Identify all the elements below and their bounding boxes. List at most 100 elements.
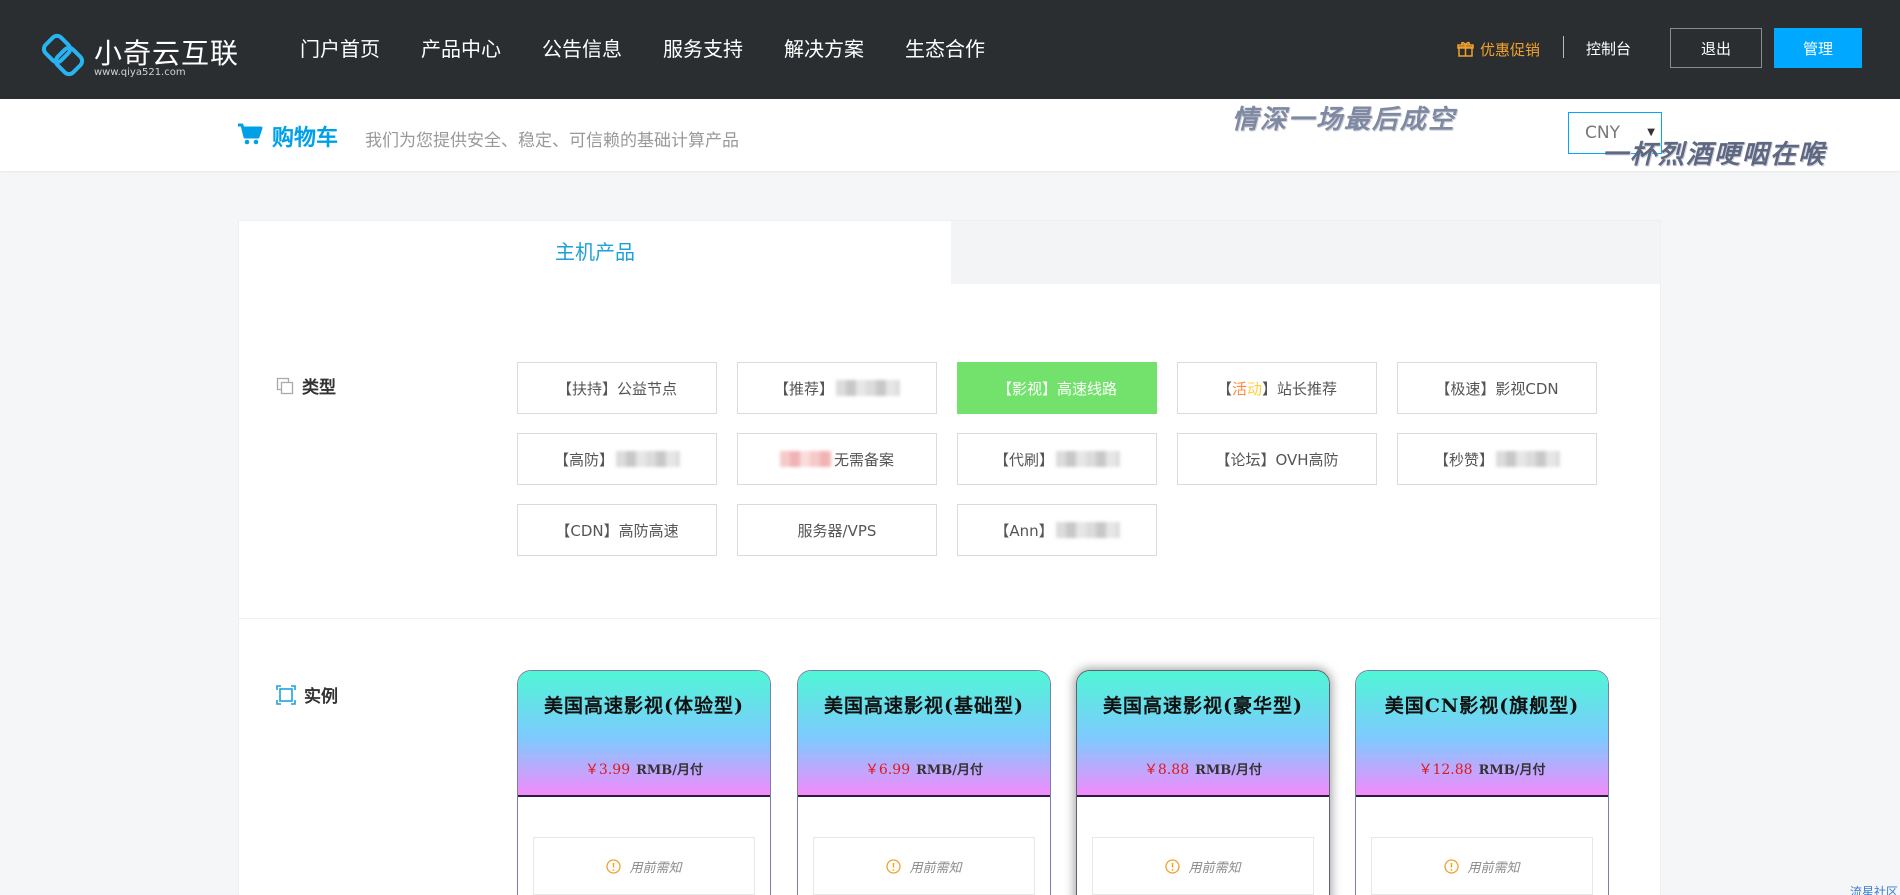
redacted-text <box>836 380 900 396</box>
section-divider <box>239 618 1660 619</box>
brand-name: 小奇云互联 <box>94 37 240 70</box>
product-name: 美国CN影视(旗舰型) <box>1384 695 1580 717</box>
cart-icon <box>238 123 263 145</box>
type-option[interactable]: 无需备案 <box>737 433 937 485</box>
community-tag[interactable]: 流星社区 <box>1850 883 1898 895</box>
type-option[interactable]: 【秒赞】 <box>1397 433 1597 485</box>
redacted-text <box>616 451 680 467</box>
redacted-text <box>1496 451 1560 467</box>
price-amount: ￥8.88 <box>1143 762 1190 778</box>
notice-label: 用前需知 <box>909 860 962 876</box>
brand-logo[interactable]: 小奇云互联 www.qiya521.com <box>40 30 240 80</box>
brand-url: www.qiya521.com <box>94 67 186 78</box>
instance-label: 实例 <box>304 687 338 707</box>
type-option-label: 【Ann】 <box>994 521 1054 540</box>
info-icon <box>886 858 902 874</box>
product-panel: 主机产品 类型 【扶持】公益节点 【推荐】 【影视】高速线路 【 活动 】站长推… <box>238 220 1661 895</box>
nav-home[interactable]: 门户首页 <box>300 0 380 99</box>
card-header: 美国高速影视(体验型) ￥3.99 RMB/月付 <box>518 671 770 797</box>
product-name: 美国高速影视(体验型) <box>544 695 744 717</box>
type-option[interactable]: 【 活动 】站长推荐 <box>1177 362 1377 414</box>
info-icon <box>1444 858 1460 874</box>
admin-button[interactable]: 管理 <box>1774 28 1862 68</box>
nav-support[interactable]: 服务支持 <box>663 0 743 99</box>
price-amount: ￥3.99 <box>584 762 631 778</box>
notice-button[interactable]: 用前需知 <box>1092 837 1314 895</box>
top-header: 小奇云互联 www.qiya521.com 门户首页 产品中心 公告信息 服务支… <box>0 0 1900 99</box>
redacted-text <box>1056 451 1120 467</box>
type-option-label: 【秒赞】 <box>1433 450 1494 469</box>
promo-link[interactable]: 优惠促销 <box>1457 38 1540 60</box>
notice-button[interactable]: 用前需知 <box>813 837 1035 895</box>
type-option-suffix: 】站长推荐 <box>1262 379 1338 398</box>
type-option[interactable]: 【CDN】高防高速 <box>517 504 717 556</box>
type-option-label: 【影视】高速线路 <box>996 379 1117 398</box>
logo-icon <box>41 33 85 77</box>
notice-label: 用前需知 <box>1467 860 1520 876</box>
price-unit: RMB/月付 <box>1195 763 1263 778</box>
product-card-featured[interactable]: 美国高速影视(豪华型) ￥8.88 RMB/月付 用前需知 <box>1076 670 1330 895</box>
overlay-text-1: 情深一场最后成空 <box>1232 105 1457 135</box>
tab-placeholder <box>951 221 1660 284</box>
type-option[interactable]: 【Ann】 <box>957 504 1157 556</box>
product-price: ￥8.88 RMB/月付 <box>1077 759 1329 779</box>
price-amount: ￥12.88 <box>1418 762 1473 778</box>
instance-section-label: 实例 <box>276 682 338 707</box>
type-option-label: 【极速】影视CDN <box>1435 379 1559 398</box>
type-option[interactable]: 【论坛】OVH高防 <box>1177 433 1377 485</box>
product-card[interactable]: 美国CN影视(旗舰型) ￥12.88 RMB/月付 用前需知 <box>1355 670 1609 895</box>
tab-host-products[interactable]: 主机产品 <box>239 221 951 284</box>
promo-label: 优惠促销 <box>1480 40 1541 59</box>
product-name: 美国高速影视(基础型) <box>824 695 1024 717</box>
notice-button[interactable]: 用前需知 <box>533 837 755 895</box>
price-unit: RMB/月付 <box>636 763 704 778</box>
type-option[interactable]: 【极速】影视CDN <box>1397 362 1597 414</box>
type-option-label: 【论坛】OVH高防 <box>1215 450 1339 469</box>
card-header: 美国高速影视(豪华型) ￥8.88 RMB/月付 <box>1077 671 1329 797</box>
copy-icon <box>276 377 294 394</box>
type-option[interactable]: 【扶持】公益节点 <box>517 362 717 414</box>
cart-subheader: 购物车 我们为您提供安全、稳定、可信赖的基础计算产品 情深一场最后成空 CNY … <box>0 99 1900 171</box>
logout-button[interactable]: 退出 <box>1670 28 1762 68</box>
type-option-label: 【高防】 <box>553 450 614 469</box>
notice-button[interactable]: 用前需知 <box>1371 837 1593 895</box>
redacted-text <box>779 451 832 467</box>
nav-products[interactable]: 产品中心 <box>421 0 501 99</box>
price-unit: RMB/月付 <box>1478 763 1546 778</box>
rainbow-text: 活动 <box>1231 379 1263 398</box>
type-option-label: 【代刷】 <box>993 450 1054 469</box>
console-link[interactable]: 控制台 <box>1586 38 1631 59</box>
product-price: ￥3.99 RMB/月付 <box>518 759 770 779</box>
type-option-prefix: 【 <box>1216 379 1232 398</box>
product-tabs: 主机产品 <box>239 221 1660 284</box>
product-price: ￥12.88 RMB/月付 <box>1356 759 1608 779</box>
type-option[interactable]: 服务器/VPS <box>737 504 937 556</box>
header-divider <box>1563 36 1564 58</box>
redacted-text <box>1055 522 1120 538</box>
main-nav: 门户首页 产品中心 公告信息 服务支持 解决方案 生态合作 <box>300 0 1026 99</box>
overlay-text-2: 一杯烈酒哽咽在喉 <box>1602 140 1827 170</box>
price-unit: RMB/月付 <box>916 763 984 778</box>
type-label: 类型 <box>302 378 336 398</box>
type-option-selected[interactable]: 【影视】高速线路 <box>957 362 1157 414</box>
nav-solutions[interactable]: 解决方案 <box>784 0 864 99</box>
type-option-label: 无需备案 <box>833 450 894 469</box>
type-section-label: 类型 <box>276 373 336 398</box>
info-icon <box>606 858 622 874</box>
product-card[interactable]: 美国高速影视(体验型) ￥3.99 RMB/月付 用前需知 <box>517 670 771 895</box>
card-header: 美国高速影视(基础型) ￥6.99 RMB/月付 <box>798 671 1050 797</box>
nav-ecosystem[interactable]: 生态合作 <box>905 0 985 99</box>
price-amount: ￥6.99 <box>864 762 911 778</box>
gift-icon <box>1457 41 1474 57</box>
notice-label: 用前需知 <box>1188 860 1241 876</box>
type-option[interactable]: 【高防】 <box>517 433 717 485</box>
type-option[interactable]: 【推荐】 <box>737 362 937 414</box>
card-header: 美国CN影视(旗舰型) ￥12.88 RMB/月付 <box>1356 671 1608 797</box>
nav-announcements[interactable]: 公告信息 <box>542 0 622 99</box>
product-card[interactable]: 美国高速影视(基础型) ￥6.99 RMB/月付 用前需知 <box>797 670 1051 895</box>
type-option-label: 【扶持】公益节点 <box>556 379 677 398</box>
product-price: ￥6.99 RMB/月付 <box>798 759 1050 779</box>
page-description: 我们为您提供安全、稳定、可信赖的基础计算产品 <box>365 131 739 151</box>
type-option[interactable]: 【代刷】 <box>957 433 1157 485</box>
page-title: 购物车 <box>272 126 339 151</box>
